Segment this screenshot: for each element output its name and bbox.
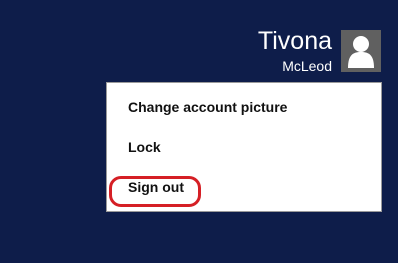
user-tile[interactable]: Tivona McLeod [0,26,398,78]
user-silhouette-icon[interactable] [341,30,381,72]
user-last-name: McLeod [282,58,332,74]
sign-out-item[interactable]: Sign out [107,170,381,204]
user-first-name: Tivona [257,27,332,55]
lock-item[interactable]: Lock [107,130,381,164]
change-account-picture-item[interactable]: Change account picture [107,90,381,124]
account-menu: Change account picture Lock Sign out [106,82,382,212]
